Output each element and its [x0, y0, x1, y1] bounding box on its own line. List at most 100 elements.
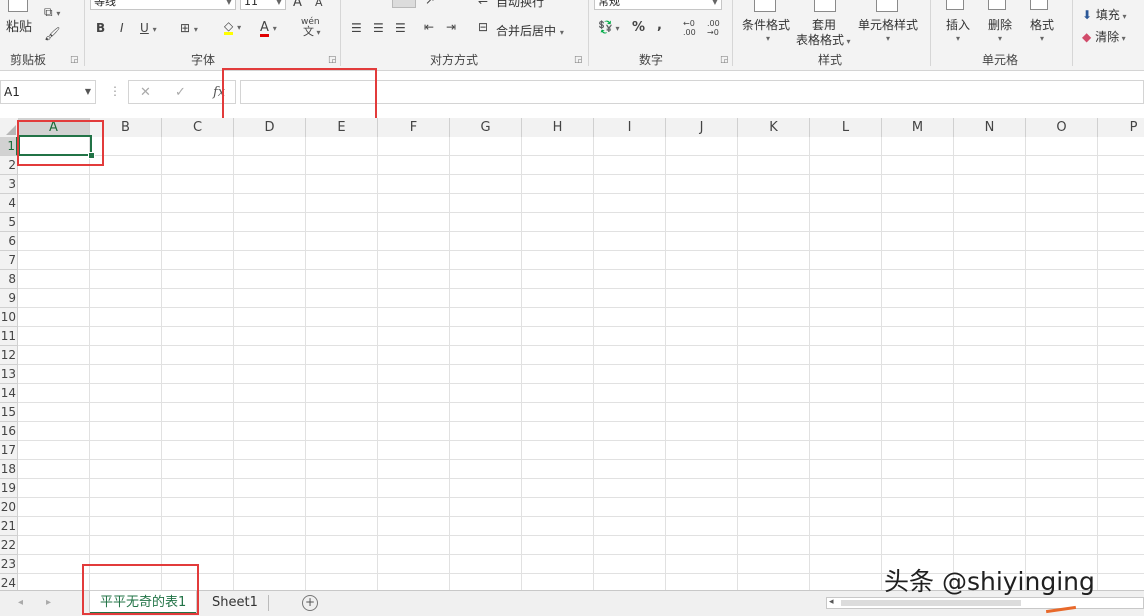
percent-button[interactable]: %	[632, 21, 645, 34]
column-header-g[interactable]: G	[450, 118, 522, 137]
column-header-c[interactable]: C	[162, 118, 234, 137]
cell-area[interactable]	[18, 137, 1144, 590]
sheet-tab-1[interactable]: 平平无奇的表1	[90, 591, 197, 614]
merge-center-button[interactable]: 合并后居中 ▾	[496, 22, 564, 39]
select-all-button[interactable]	[0, 118, 19, 137]
column-header-h[interactable]: H	[522, 118, 594, 137]
prev-sheet-icon[interactable]: ◂	[18, 597, 23, 608]
fill-button[interactable]: ⬇ 填充 ▾	[1082, 6, 1126, 23]
row-header-3[interactable]: 3	[0, 175, 18, 194]
wrap-text-icon[interactable]: ⇌	[478, 0, 488, 6]
scroll-left-icon[interactable]: ◂	[829, 597, 834, 607]
insert-function-button[interactable]: fx	[213, 86, 225, 99]
column-header-f[interactable]: F	[378, 118, 450, 137]
confirm-entry-button[interactable]: ✓	[175, 86, 186, 99]
name-box-dropdown-icon[interactable]: ▼	[85, 81, 91, 103]
cancel-entry-button[interactable]: ✕	[140, 86, 151, 99]
cell-styles-button[interactable]: 单元格样式	[858, 16, 918, 33]
row-header-11[interactable]: 11	[0, 327, 18, 346]
underline-button[interactable]: U ▾	[140, 22, 157, 34]
row-header-24[interactable]: 24	[0, 574, 18, 590]
row-header-18[interactable]: 18	[0, 460, 18, 479]
fill-color-icon[interactable]: ◇ ▾	[224, 20, 241, 35]
font-size-select[interactable]: 11 ▼	[240, 0, 286, 10]
row-header-4[interactable]: 4	[0, 194, 18, 213]
column-header-d[interactable]: D	[234, 118, 306, 137]
orientation-icon[interactable]: ↗	[425, 0, 435, 6]
insert-button[interactable]: 插入	[946, 16, 970, 33]
column-header-p[interactable]: P	[1098, 118, 1144, 137]
column-header-l[interactable]: L	[810, 118, 882, 137]
delete-button[interactable]: 删除	[988, 16, 1012, 33]
bold-button[interactable]: B	[96, 22, 105, 34]
alignment-launcher-icon[interactable]: ◲	[574, 55, 583, 65]
column-header-n[interactable]: N	[954, 118, 1026, 137]
formula-input[interactable]	[240, 80, 1144, 104]
grow-font-button[interactable]: A	[293, 0, 302, 9]
name-box[interactable]: A1 ▼	[0, 80, 96, 104]
next-sheet-icon[interactable]: ▸	[46, 597, 51, 608]
phonetic-icon[interactable]: wén 文 ▾	[301, 18, 321, 38]
increase-indent-icon[interactable]: ⇥	[446, 21, 456, 33]
column-header-k[interactable]: K	[738, 118, 810, 137]
decrease-decimal-icon[interactable]: .00 →0	[707, 19, 720, 37]
format-button[interactable]: 格式	[1030, 16, 1054, 33]
paste-icon[interactable]	[8, 0, 28, 12]
increase-decimal-icon[interactable]: ←0 .00	[683, 19, 696, 37]
row-header-2[interactable]: 2	[0, 156, 18, 175]
row-header-23[interactable]: 23	[0, 555, 18, 574]
row-header-13[interactable]: 13	[0, 365, 18, 384]
format-painter-icon[interactable]: 🖌	[44, 28, 61, 41]
row-header-19[interactable]: 19	[0, 479, 18, 498]
decrease-indent-icon[interactable]: ⇤	[424, 21, 434, 33]
row-header-21[interactable]: 21	[0, 517, 18, 536]
row-header-17[interactable]: 17	[0, 441, 18, 460]
align-middle-icon[interactable]	[392, 0, 416, 8]
horizontal-scrollbar[interactable]: ◂	[826, 597, 1144, 609]
column-header-i[interactable]: I	[594, 118, 666, 137]
row-header-16[interactable]: 16	[0, 422, 18, 441]
font-name-select[interactable]: 等线 ▼	[90, 0, 236, 10]
row-header-1[interactable]: 1	[0, 137, 18, 156]
row-header-10[interactable]: 10	[0, 308, 18, 327]
row-header-22[interactable]: 22	[0, 536, 18, 555]
italic-button[interactable]: I	[120, 22, 124, 34]
comma-button[interactable]: ,	[657, 19, 662, 32]
sheet-tab-2[interactable]: Sheet1	[202, 591, 268, 614]
clipboard-launcher-icon[interactable]: ◲	[70, 55, 79, 65]
row-header-14[interactable]: 14	[0, 384, 18, 403]
align-top-icon[interactable]: ▔	[373, 0, 382, 6]
row-header-15[interactable]: 15	[0, 403, 18, 422]
table-format-button[interactable]: 表格格式 ▾	[796, 31, 851, 48]
font-color-button[interactable]: A ▾	[260, 21, 277, 37]
paste-button[interactable]: 粘贴	[6, 16, 32, 35]
accounting-format-icon[interactable]: 💱 ▾	[598, 21, 620, 33]
merge-center-icon[interactable]: ⊟	[478, 21, 488, 33]
align-right-icon[interactable]: ☰	[395, 22, 406, 34]
align-left-icon[interactable]: ☰	[351, 22, 362, 34]
row-header-6[interactable]: 6	[0, 232, 18, 251]
copy-icon[interactable]: ⧉ ▾	[44, 6, 60, 18]
font-launcher-icon[interactable]: ◲	[328, 55, 337, 65]
align-center-icon[interactable]: ☰	[373, 22, 384, 34]
column-header-e[interactable]: E	[306, 118, 378, 137]
border-icon[interactable]: ⊞ ▾	[180, 22, 198, 34]
row-header-20[interactable]: 20	[0, 498, 18, 517]
conditional-format-button[interactable]: 条件格式	[742, 16, 790, 33]
row-header-7[interactable]: 7	[0, 251, 18, 270]
column-header-b[interactable]: B	[90, 118, 162, 137]
fill-handle[interactable]	[88, 152, 95, 159]
clear-button[interactable]: ◆ 清除 ▾	[1082, 28, 1126, 45]
row-header-5[interactable]: 5	[0, 213, 18, 232]
wrap-text-button[interactable]: 自动换行	[496, 0, 544, 10]
scrollbar-thumb[interactable]	[841, 600, 1021, 606]
column-header-j[interactable]: J	[666, 118, 738, 137]
column-header-o[interactable]: O	[1026, 118, 1098, 137]
row-header-8[interactable]: 8	[0, 270, 18, 289]
shrink-font-button[interactable]: A	[315, 0, 323, 8]
column-header-m[interactable]: M	[882, 118, 954, 137]
active-cell[interactable]	[18, 135, 92, 156]
row-header-12[interactable]: 12	[0, 346, 18, 365]
add-sheet-button[interactable]: +	[302, 595, 318, 611]
row-header-9[interactable]: 9	[0, 289, 18, 308]
